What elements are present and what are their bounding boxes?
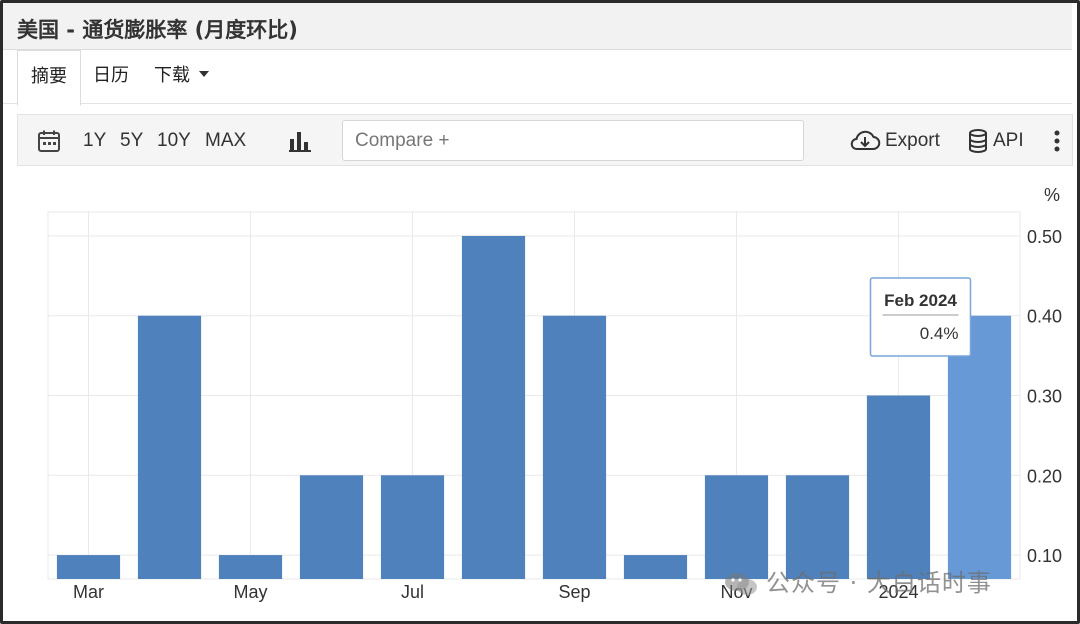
y-tick-label: 0.30 [1027,387,1062,407]
bar [218,555,283,579]
cloud-download-icon[interactable] [849,115,881,167]
tab-summary-label: 摘要 [31,66,67,87]
compare-input[interactable]: Compare + [342,120,804,161]
bar [542,315,607,579]
watermark-text: 公众号 · 大白话时事 [766,569,992,597]
range-10y-button[interactable]: 10Y [157,115,191,167]
x-tick-label: May [233,582,267,602]
x-tick-label: Mar [73,582,104,602]
api-button[interactable]: API [993,115,1024,167]
tooltip-box [869,277,972,357]
tooltip-value: 0.4% [920,324,959,343]
more-vertical-icon[interactable] [1054,115,1060,167]
bar [866,395,931,579]
calendar-icon[interactable] [37,115,61,167]
y-tick-label: 0.40 [1027,307,1062,327]
y-tick-label: 0.50 [1027,227,1062,247]
watermark: 公众号 · 大白话时事 [724,563,992,598]
tab-download[interactable]: 下载 [154,50,209,104]
bar [380,475,445,579]
range-1y-button[interactable]: 1Y [83,115,106,167]
bar [137,315,202,579]
bar-chart-icon[interactable] [289,115,311,167]
tab-summary[interactable]: 摘要 [17,50,81,106]
range-5y-button[interactable]: 5Y [120,115,143,167]
tooltip-title: Feb 2024 [884,291,957,310]
bar [623,555,688,579]
y-axis-label: % [1044,185,1060,205]
title-bar: 美国 - 通货膨胀率 (月度环比) [3,3,1072,50]
export-button[interactable]: Export [885,115,940,167]
x-tick-label: Sep [558,582,590,602]
x-tick-label: Jul [401,582,424,602]
inflation-bar-chart: 0.100.200.300.400.50%Mar May Jul Sep Nov 2024… [47,185,1062,602]
bar [299,475,364,579]
range-max-button[interactable]: MAX [205,115,246,167]
tab-bar: 摘要 日历 下载 [3,50,1072,106]
bar [56,555,121,579]
page-title: 美国 - 通货膨胀率 (月度环比) [17,18,298,42]
chevron-down-icon [199,71,209,77]
chart-toolbar: 1Y 5Y 10Y MAX Compare + Export API [17,114,1073,166]
tab-calendar[interactable]: 日历 [93,50,129,104]
tab-download-label: 下载 [154,65,190,86]
database-icon[interactable] [968,115,988,167]
wechat-icon [725,573,757,595]
y-tick-label: 0.10 [1027,546,1062,566]
tab-calendar-label: 日历 [93,65,129,86]
bar [461,235,526,579]
y-tick-label: 0.20 [1027,466,1062,486]
